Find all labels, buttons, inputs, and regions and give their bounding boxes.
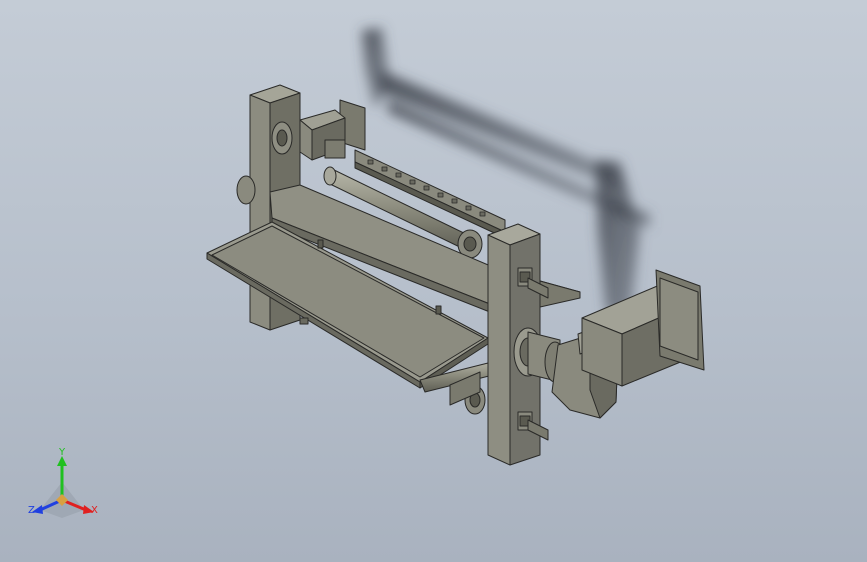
graphics-viewport[interactable]: Y X Z xyxy=(0,0,867,562)
triad-x-label: X xyxy=(91,505,98,516)
model-view[interactable] xyxy=(0,0,867,562)
motor-body[interactable] xyxy=(581,269,705,387)
left-bearing[interactable] xyxy=(236,175,256,205)
triad-z-label: Z xyxy=(28,505,35,516)
reference-triad[interactable] xyxy=(32,456,94,518)
triad-y-label: Y xyxy=(59,447,66,458)
